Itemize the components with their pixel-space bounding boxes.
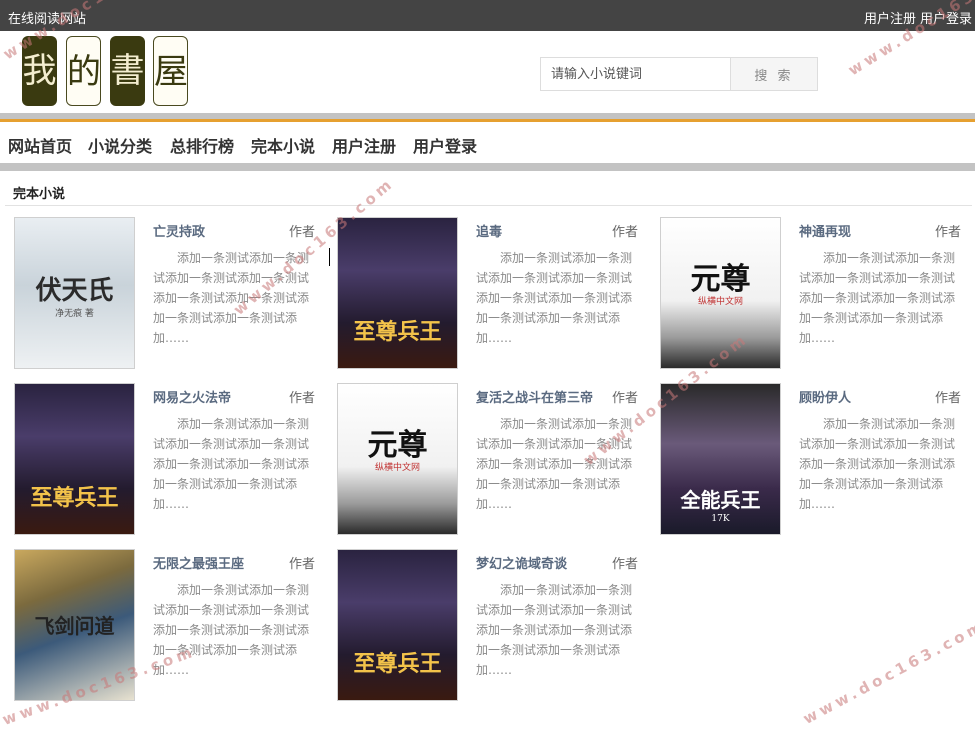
text-cursor-icon [329,248,336,266]
book-description: 添加一条测试添加一条测试添加一条测试添加一条测试添加一条测试添加一条测试添加一条… [476,417,633,511]
cover-title: 至尊兵王 [30,485,119,511]
book-author: 作者 [289,225,316,240]
book-author: 作者 [289,391,316,406]
cover-subtitle: 纵横中文网 [697,297,743,307]
logo-char-3: 書 [110,36,145,106]
book-title-link[interactable]: 网易之火法帝 [153,387,231,406]
cover-subtitle: 纵横中文网 [374,463,420,473]
book-cover[interactable]: 元尊 纵横中文网 [337,383,458,535]
nav-login[interactable]: 用户登录 [413,133,477,157]
book-author: 作者 [612,391,639,406]
book-cover[interactable]: 飞剑问道 [14,549,135,701]
book-cover[interactable]: 全能兵王 17K [660,383,781,535]
divider-band-bottom [0,163,975,171]
cover-subtitle: 净无痕 著 [55,309,94,319]
book-card: 至尊兵王 追毒 作者 添加一条测试添加一条测试添加一条测试添加一条测试添加一条测… [337,217,657,372]
cover-title: 至尊兵王 [353,651,442,677]
top-bar: 在线阅读网站 用户注册 用户登录 [0,0,975,31]
book-title-link[interactable]: 亡灵持政 [153,221,205,240]
book-description: 添加一条测试添加一条测试添加一条测试添加一条测试添加一条测试添加一条测试添加一条… [476,251,633,345]
section-divider [5,205,972,206]
book-card: 至尊兵王 网易之火法帝 作者 添加一条测试添加一条测试添加一条测试添加一条测试添… [14,383,334,538]
book-cover[interactable]: 至尊兵王 [337,217,458,369]
book-card: 元尊 纵横中文网 复活之战斗在第三帝 作者 添加一条测试添加一条测试添加一条测试… [337,383,657,538]
logo-char-2: 的 [66,36,101,106]
book-author: 作者 [935,225,962,240]
book-card: 至尊兵王 梦幻之诡域奇谈 作者 添加一条测试添加一条测试添加一条测试添加一条测试… [337,549,657,704]
cover-title: 元尊 [690,262,751,297]
cover-title: 至尊兵王 [353,319,442,345]
section-title: 完本小说 [13,187,66,202]
site-logo[interactable]: 我 的 書 屋 [22,36,192,108]
book-description: 添加一条测试添加一条测试添加一条测试添加一条测试添加一条测试添加一条测试添加一条… [153,583,310,677]
cover-title: 全能兵王 [680,488,761,512]
book-title-link[interactable]: 神通再现 [799,221,851,240]
search-button[interactable]: 搜 索 [731,57,818,91]
book-cover[interactable]: 至尊兵王 [337,549,458,701]
book-author: 作者 [612,225,639,240]
book-card: 飞剑问道 无限之最强王座 作者 添加一条测试添加一条测试添加一条测试添加一条测试… [14,549,334,704]
watermark-text: www.doc163.com [800,616,975,728]
nav-completed[interactable]: 完本小说 [251,133,315,157]
book-cover[interactable]: 元尊 纵横中文网 [660,217,781,369]
search-input[interactable] [540,57,731,91]
book-title-link[interactable]: 梦幻之诡域奇谈 [476,553,567,572]
header: 我 的 書 屋 搜 索 [0,31,975,113]
nav-categories[interactable]: 小说分类 [88,133,152,157]
top-links: 用户注册 用户登录 [860,8,972,27]
cover-subtitle: 17K [711,514,730,524]
book-cover[interactable]: 至尊兵王 [14,383,135,535]
book-cover[interactable]: 伏天氏 净无痕 著 [14,217,135,369]
nav-home[interactable]: 网站首页 [8,133,72,157]
book-description: 添加一条测试添加一条测试添加一条测试添加一条测试添加一条测试添加一条测试添加一条… [799,251,956,345]
book-description: 添加一条测试添加一条测试添加一条测试添加一条测试添加一条测试添加一条测试添加一条… [799,417,956,511]
book-title-link[interactable]: 无限之最强王座 [153,553,244,572]
cover-title: 伏天氏 [35,276,114,306]
top-register-link[interactable]: 用户注册 [864,12,916,27]
nav-register[interactable]: 用户注册 [332,133,396,157]
book-description: 添加一条测试添加一条测试添加一条测试添加一条测试添加一条测试添加一条测试添加一条… [153,251,310,345]
site-name: 在线阅读网站 [8,12,87,27]
top-login-link[interactable]: 用户登录 [920,12,972,27]
book-description: 添加一条测试添加一条测试添加一条测试添加一条测试添加一条测试添加一条测试添加一条… [476,583,633,677]
book-description: 添加一条测试添加一条测试添加一条测试添加一条测试添加一条测试添加一条测试添加一条… [153,417,310,511]
book-card: 全能兵王 17K 顾盼伊人 作者 添加一条测试添加一条测试添加一条测试添加一条测… [660,383,975,538]
cover-title: 元尊 [367,428,428,463]
nav-ranking[interactable]: 总排行榜 [170,133,234,157]
book-author: 作者 [612,557,639,572]
book-title-link[interactable]: 复活之战斗在第三帝 [476,387,593,406]
book-card: 元尊 纵横中文网 神通再现 作者 添加一条测试添加一条测试添加一条测试添加一条测… [660,217,975,372]
book-title-link[interactable]: 追毒 [476,221,502,240]
book-title-link[interactable]: 顾盼伊人 [799,387,851,406]
book-author: 作者 [935,391,962,406]
logo-char-4: 屋 [153,36,188,106]
book-card: 伏天氏 净无痕 著 亡灵持政 作者 添加一条测试添加一条测试添加一条测试添加一条… [14,217,334,372]
main-nav: 网站首页 小说分类 总排行榜 完本小说 用户注册 用户登录 [0,122,975,163]
logo-char-1: 我 [22,36,57,106]
book-author: 作者 [289,557,316,572]
cover-title: 飞剑问道 [34,614,115,638]
